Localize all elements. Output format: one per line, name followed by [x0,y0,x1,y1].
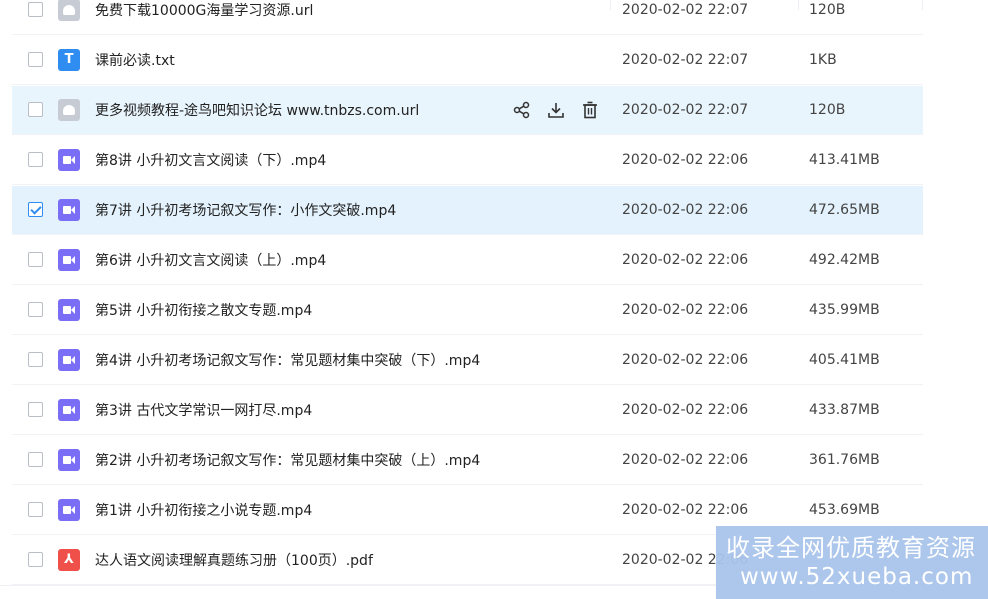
file-size: 361.76MB [809,452,880,468]
file-size: 120B [809,2,846,18]
file-size: 492.42MB [809,252,880,268]
file-row[interactable]: T 课前必读.txt 2020-02-02 22:07 1KB [12,36,923,85]
url-file-icon [58,99,80,121]
pdf-file-icon: ⅄ [58,549,80,571]
file-name[interactable]: 第8讲 小升初文言文阅读（下）.mp4 [95,150,326,170]
file-size: 413.41MB [809,152,880,168]
file-size: 472.65MB [809,202,880,218]
file-size: 433.87MB [809,402,880,418]
file-name[interactable]: 第1讲 小升初衔接之小说专题.mp4 [95,500,312,520]
row-checkbox[interactable] [28,52,43,67]
file-row[interactable]: 免费下载10000G海量学习资源.url 2020-02-02 22:07 12… [12,0,923,35]
row-checkbox[interactable] [28,302,43,317]
watermark-url: www.52xueba.com [740,564,974,590]
file-size: 120B [809,102,846,118]
watermark-banner: 收录全网优质教育资源 www.52xueba.com [716,526,988,599]
video-file-icon [58,199,80,221]
video-file-icon [58,249,80,271]
file-row[interactable]: 第3讲 古代文学常识一网打尽.mp4 2020-02-02 22:06 433.… [12,386,923,435]
url-file-icon [58,0,80,21]
row-checkbox[interactable] [28,152,43,167]
video-file-icon [58,299,80,321]
video-file-icon [58,399,80,421]
file-date: 2020-02-02 22:06 [622,202,749,218]
file-size: 435.99MB [809,302,880,318]
video-file-icon [58,499,80,521]
file-date: 2020-02-02 22:06 [622,452,749,468]
file-row[interactable]: 第2讲 小升初考场记叙文写作：常见题材集中突破（上）.mp4 2020-02-0… [12,436,923,485]
video-file-icon [58,149,80,171]
trash-icon[interactable] [580,100,600,120]
download-icon[interactable] [546,100,566,120]
watermark-slogan: 收录全网优质教育资源 [726,534,976,562]
video-file-icon [58,349,80,371]
row-checkbox[interactable] [28,102,43,117]
file-date: 2020-02-02 22:07 [622,52,749,68]
file-date: 2020-02-02 22:07 [622,102,749,118]
share-icon[interactable] [512,100,532,120]
file-size: 1KB [809,52,837,68]
file-row[interactable]: 更多视频教程-途鸟吧知识论坛 www.tnbzs.com.url 2020-02… [12,86,923,135]
file-name[interactable]: 第7讲 小升初考场记叙文写作：小作文突破.mp4 [95,200,396,220]
file-name[interactable]: 更多视频教程-途鸟吧知识论坛 www.tnbzs.com.url [95,100,419,120]
row-actions [512,100,600,120]
file-name[interactable]: 第3讲 古代文学常识一网打尽.mp4 [95,400,312,420]
file-size: 405.41MB [809,352,880,368]
file-list: 免费下载10000G海量学习资源.url 2020-02-02 22:07 12… [0,0,988,599]
file-row[interactable]: 第6讲 小升初文言文阅读（上）.mp4 2020-02-02 22:06 492… [12,236,923,285]
file-name[interactable]: 课前必读.txt [95,50,175,70]
file-date: 2020-02-02 22:06 [622,152,749,168]
row-checkbox[interactable] [28,2,43,17]
row-checkbox[interactable] [28,352,43,367]
file-date: 2020-02-02 22:07 [622,2,749,18]
file-date: 2020-02-02 22:06 [622,252,749,268]
file-date: 2020-02-02 22:06 [622,502,749,518]
file-size: 453.69MB [809,502,880,518]
row-checkbox-checked[interactable] [28,202,43,217]
file-name[interactable]: 第5讲 小升初衔接之散文专题.mp4 [95,300,312,320]
file-row[interactable]: 第7讲 小升初考场记叙文写作：小作文突破.mp4 2020-02-02 22:0… [12,186,923,235]
row-checkbox[interactable] [28,502,43,517]
video-file-icon [58,449,80,471]
file-row[interactable]: 第8讲 小升初文言文阅读（下）.mp4 2020-02-02 22:06 413… [12,136,923,185]
file-name[interactable]: 第4讲 小升初考场记叙文写作：常见题材集中突破（下）.mp4 [95,350,480,370]
file-row[interactable]: 第4讲 小升初考场记叙文写作：常见题材集中突破（下）.mp4 2020-02-0… [12,336,923,385]
file-date: 2020-02-02 22:06 [622,352,749,368]
row-checkbox[interactable] [28,452,43,467]
file-name[interactable]: 第6讲 小升初文言文阅读（上）.mp4 [95,250,326,270]
file-name[interactable]: 免费下载10000G海量学习资源.url [95,0,313,20]
file-date: 2020-02-02 22:06 [622,302,749,318]
file-name[interactable]: 第2讲 小升初考场记叙文写作：常见题材集中突破（上）.mp4 [95,450,480,470]
file-row[interactable]: 第5讲 小升初衔接之散文专题.mp4 2020-02-02 22:06 435.… [12,286,923,335]
row-checkbox[interactable] [28,252,43,267]
file-name[interactable]: 达人语文阅读理解真题练习册（100页）.pdf [95,550,373,570]
row-checkbox[interactable] [28,402,43,417]
file-date: 2020-02-02 22:06 [622,402,749,418]
txt-file-icon: T [58,49,80,71]
row-checkbox[interactable] [28,552,43,567]
